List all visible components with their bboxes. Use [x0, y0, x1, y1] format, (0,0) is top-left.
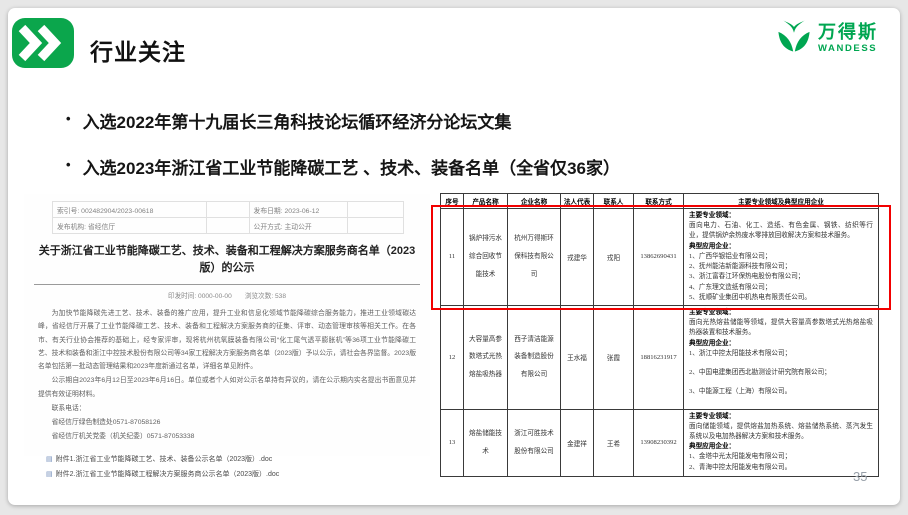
cell-product: 熔盐储能技术 — [464, 409, 508, 476]
cell-no: 13 — [441, 409, 464, 476]
col-header-contact: 联系人 — [594, 194, 634, 209]
company-logo: 万得斯 WANDESS — [776, 18, 878, 59]
doc-info-empty — [207, 218, 249, 234]
supplier-table-header-row: 序号 产品名称 企业名称 法人代表 联系人 联系方式 主要专业领域及典型应用企业 — [441, 194, 879, 209]
logo-latin-name: WANDESS — [818, 44, 878, 54]
gov-notice-screenshot: 索引号: 002482904/2023-00618 发布日期: 2023-06-… — [24, 194, 430, 456]
attachment-link: ▤附件1.浙江省工业节能降碳工艺、技术、装备公示名单（2023版）.doc — [46, 454, 416, 464]
cell-phone: 13862690431 — [634, 209, 684, 306]
detail-field-text: 面向光热熔盐储能等领域，提供大容量高参数塔式光热熔盐吸热器装置和技术服务。 — [689, 318, 873, 338]
cell-company: 杭州万得斯环保科技有限公司 — [508, 209, 561, 306]
cell-phone: 18816231917 — [634, 305, 684, 409]
doc-info-empty — [347, 218, 403, 234]
doc-paragraphs: 为加快节能降碳先进工艺、技术、装备的推广应用，提升工业和信息化领域节能降碳综合服… — [38, 307, 416, 444]
detail-app-item: 5、抚顺矿业集团中机热电有限责任公司。 — [689, 293, 873, 303]
table-row: 12 大容量高参数塔式光热熔盐吸热器 西子清洁能源装备制造股份有限公司 王水福 … — [441, 305, 879, 409]
supplier-table-wrap: 序号 产品名称 企业名称 法人代表 联系人 联系方式 主要专业领域及典型应用企业… — [440, 193, 879, 477]
col-header-no: 序号 — [441, 194, 464, 209]
cell-company: 西子清洁能源装备制造股份有限公司 — [508, 305, 561, 409]
doc-file-icon: ▤ — [46, 455, 53, 463]
logo-name: 万得斯 — [818, 23, 878, 41]
doc-index-no: 索引号: 002482904/2023-00618 — [53, 202, 207, 218]
cell-product: 大容量高参数塔式光热熔盐吸热器 — [464, 305, 508, 409]
col-header-phone: 联系方式 — [634, 194, 684, 209]
cell-no: 12 — [441, 305, 464, 409]
page-number: 35 — [853, 469, 867, 484]
supplier-table-body: 11 锅炉排污水综合回收节能技术 杭州万得斯环保科技有限公司 戎建华 戎阳 13… — [441, 209, 879, 477]
detail-app-item: 2、青海中控太阳能发电有限公司。 — [689, 463, 873, 473]
doc-attachments: ▤附件1.浙江省工业节能降碳工艺、技术、装备公示名单（2023版）.doc▤附件… — [46, 454, 416, 479]
attachment-text: 附件1.浙江省工业节能降碳工艺、技术、装备公示名单（2023版）.doc — [56, 454, 273, 464]
doc-info-empty — [207, 202, 249, 218]
attachment-text: 附件2.浙江省工业节能降碳工程解决方案服务商公示名单（2023版）.doc — [56, 469, 280, 479]
detail-field-label: 主要专业领域： — [689, 211, 873, 221]
cell-phone: 13908230392 — [634, 409, 684, 476]
cell-contact: 张霞 — [594, 305, 634, 409]
doc-publisher: 发布机构: 省经信厅 — [53, 218, 207, 234]
doc-title: 关于浙江省工业节能降碳工艺、技术、装备和工程解决方案服务商名单（2023版）的公… — [34, 243, 420, 285]
col-header-company: 企业名称 — [508, 194, 561, 209]
detail-app-item: 4、广东理文造纸有限公司； — [689, 283, 873, 293]
col-header-product: 产品名称 — [464, 194, 508, 209]
doc-paragraph: 省经信厅机关党委（机关纪委）0571-87053338 — [38, 430, 416, 443]
cell-detail: 主要专业领域：面向储能领域，提供熔盐加热系统、熔盐储热系统、蒸汽发生系统以及电加… — [684, 409, 879, 476]
achievement-list: • 入选2022年第十九届长三角科技论坛循环经济分论坛文集 • 入选2023年浙… — [66, 108, 766, 200]
doc-paragraph: 联系电话： — [38, 402, 416, 415]
col-header-legal-rep: 法人代表 — [561, 194, 594, 209]
detail-field-label: 主要专业领域： — [689, 412, 873, 422]
doc-paragraph: 为加快节能降碳先进工艺、技术、装备的推广应用，提升工业和信息化领域节能降碳综合服… — [38, 307, 416, 373]
detail-field-label: 主要专业领域： — [689, 308, 873, 318]
doc-paragraph: 公示期自2023年6月12日至2023年6月16日。单位或者个人如对公示名单持有… — [38, 374, 416, 401]
detail-app-item: 1、浙江中控太阳能技术有限公司； — [689, 349, 873, 359]
bullet-dot: • — [66, 111, 71, 126]
detail-field-text: 面向储能领域，提供熔盐加热系统、熔盐储热系统、蒸汽发生系统以及电加热器解决方案和… — [689, 422, 873, 442]
doc-publish-date: 发布日期: 2023-06-12 — [249, 202, 347, 218]
slide: 行业关注 万得斯 WANDESS • 入选2022年第十九届长三角科技论坛循环经… — [8, 8, 900, 505]
cell-legal-rep: 王水福 — [561, 305, 594, 409]
cell-legal-rep: 金建祥 — [561, 409, 594, 476]
cell-contact: 王希 — [594, 409, 634, 476]
detail-apps-label: 典型应用企业： — [689, 442, 873, 452]
detail-apps-label: 典型应用企业： — [689, 242, 873, 252]
leaf-logo-icon — [776, 18, 812, 59]
table-row: 13 熔盐储能技术 浙江可胜技术股份有限公司 金建祥 王希 1390823039… — [441, 409, 879, 476]
doc-paragraph: 省经信厅绿色制造处0571-87058126 — [38, 416, 416, 429]
doc-info-empty — [347, 202, 403, 218]
table-row: 11 锅炉排污水综合回收节能技术 杭州万得斯环保科技有限公司 戎建华 戎阳 13… — [441, 209, 879, 306]
supplier-table: 序号 产品名称 企业名称 法人代表 联系人 联系方式 主要专业领域及典型应用企业… — [440, 193, 879, 477]
detail-app-item: 2、中国电建集团西北勘测设计研究院有限公司； — [689, 368, 873, 378]
doc-meta: 印发时间: 0000-00-00 浏览次数: 538 — [24, 290, 430, 300]
attachment-link: ▤附件2.浙江省工业节能降碳工程解决方案服务商公示名单（2023版）.doc — [46, 469, 416, 479]
cell-detail: 主要专业领域：面向光热熔盐储能等领域，提供大容量高参数塔式光热熔盐吸热器装置和技… — [684, 305, 879, 409]
doc-open-mode: 公开方式: 主动公开 — [249, 218, 347, 234]
cell-contact: 戎阳 — [594, 209, 634, 306]
col-header-field: 主要专业领域及典型应用企业 — [684, 194, 879, 209]
detail-field-text: 面向电力、石油、化工、造纸、有色金属、钢铁、纺织等行业，提供锅炉余热废水零排放回… — [689, 221, 873, 241]
cell-no: 11 — [441, 209, 464, 306]
achievement-item: • 入选2023年浙江省工业节能降碳工艺 、技术、装备名单（全省仅36家） — [66, 154, 766, 179]
bullet-dot: • — [66, 157, 71, 172]
detail-app-item: 2、抚州能洁新能源科技有限公司； — [689, 262, 873, 272]
doc-info-table: 索引号: 002482904/2023-00618 发布日期: 2023-06-… — [52, 201, 404, 234]
achievement-item: • 入选2022年第十九届长三角科技论坛循环经济分论坛文集 — [66, 108, 766, 133]
cell-product: 锅炉排污水综合回收节能技术 — [464, 209, 508, 306]
double-chevron-icon — [12, 18, 74, 68]
cell-legal-rep: 戎建华 — [561, 209, 594, 306]
detail-app-item: 1、金塔中光太阳能发电有限公司； — [689, 452, 873, 462]
detail-app-item: 3、中能源工程（上海）有限公司。 — [689, 387, 873, 397]
cell-company: 浙江可胜技术股份有限公司 — [508, 409, 561, 476]
achievement-text: 入选2023年浙江省工业节能降碳工艺 、技术、装备名单（全省仅36家） — [83, 154, 620, 179]
detail-app-item: 3、浙江富春江环保热电股份有限公司； — [689, 272, 873, 282]
detail-apps-label: 典型应用企业： — [689, 339, 873, 349]
achievement-text: 入选2022年第十九届长三角科技论坛循环经济分论坛文集 — [83, 108, 512, 133]
detail-app-item: 1、广西华银铝业有限公司； — [689, 252, 873, 262]
cell-detail: 主要专业领域：面向电力、石油、化工、造纸、有色金属、钢铁、纺织等行业，提供锅炉余… — [684, 209, 879, 306]
doc-file-icon: ▤ — [46, 470, 53, 478]
page-title: 行业关注 — [90, 33, 186, 67]
